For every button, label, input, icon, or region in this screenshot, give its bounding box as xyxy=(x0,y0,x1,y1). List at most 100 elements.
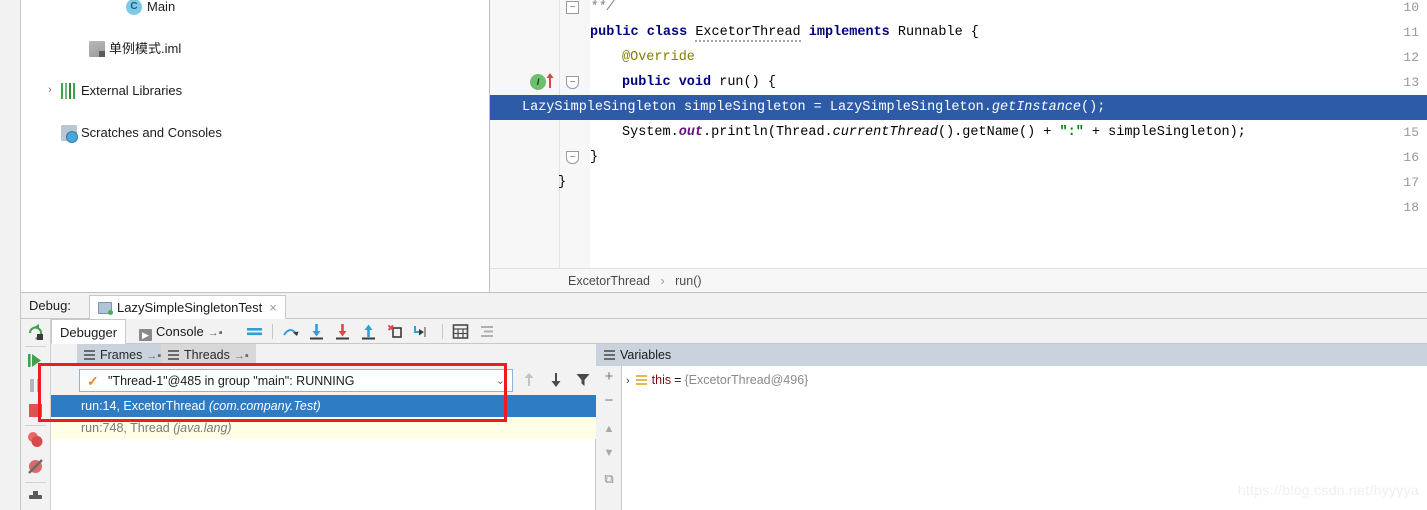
chevron-right-icon[interactable]: › xyxy=(43,80,57,101)
favorites-tool-strip[interactable]: Favorites xyxy=(0,0,21,510)
toolbar-divider xyxy=(25,482,46,483)
add-watch-icon[interactable]: + xyxy=(600,368,618,386)
move-up-icon[interactable]: ▲ xyxy=(600,420,618,438)
pin-icon[interactable]: →▪ xyxy=(234,350,249,362)
project-tree-panel[interactable]: C Main 单例模式.iml › External Libraries Scr… xyxy=(21,0,490,293)
view-breakpoints-icon[interactable] xyxy=(26,430,45,449)
breadcrumb[interactable]: ExcetorThread › run() xyxy=(490,268,1427,293)
trace-icon[interactable] xyxy=(478,323,495,340)
rerun-icon[interactable] xyxy=(26,323,45,342)
chevron-down-icon[interactable]: ⌄ xyxy=(496,370,505,392)
stack-frame-row[interactable]: run:748, Thread (java.lang) xyxy=(51,417,596,439)
pause-program-icon[interactable] xyxy=(26,376,45,395)
breadcrumb-class[interactable]: ExcetorThread xyxy=(568,274,650,288)
fold-collapse-icon[interactable]: − xyxy=(566,76,579,89)
frames-panel[interactable]: ✓ "Thread-1"@485 in group "main": RUNNIN… xyxy=(51,366,596,510)
show-execution-point-icon[interactable] xyxy=(246,323,263,340)
editor-line: 10 − **/ xyxy=(490,0,1427,20)
fold-collapse-icon[interactable]: − xyxy=(566,151,579,164)
run-to-cursor-icon[interactable] xyxy=(412,323,429,340)
stop-icon[interactable] xyxy=(26,401,45,420)
code-text: **/ xyxy=(590,0,615,15)
settings-icon[interactable] xyxy=(26,487,45,506)
copy-icon[interactable]: ⧉ xyxy=(600,470,618,488)
svg-text:✖: ✖ xyxy=(387,323,395,333)
run-config-label: LazySimpleSingletonTest xyxy=(117,300,263,315)
force-step-into-icon[interactable] xyxy=(334,323,351,340)
code-editor[interactable]: 10 − **/ 11 public class ExcetorThread i… xyxy=(490,0,1427,268)
evaluate-expression-icon[interactable] xyxy=(452,323,469,340)
thread-selector-row: ✓ "Thread-1"@485 in group "main": RUNNIN… xyxy=(51,366,596,395)
stack-frame-package: (com.company.Test) xyxy=(208,399,321,413)
variable-value: {ExcetorThread@496} xyxy=(684,373,809,387)
variable-row[interactable]: › this = {ExcetorThread@496} xyxy=(622,370,808,390)
variables-icon xyxy=(604,350,615,360)
code-text: public class ExcetorThread implements Ru… xyxy=(590,25,979,42)
filter-icon[interactable] xyxy=(575,372,591,388)
thread-selector-dropdown[interactable]: ✓ "Thread-1"@485 in group "main": RUNNIN… xyxy=(79,369,513,392)
editor-line-current: 14 ✓ LazySimpleSingleton simpleSingleton… xyxy=(490,95,1427,120)
editor-line: 13 I − public void run() { xyxy=(490,70,1427,95)
pin-icon[interactable]: →▪ xyxy=(146,350,161,362)
drop-frame-icon[interactable]: ✖ xyxy=(386,323,403,340)
step-over-icon[interactable] xyxy=(282,323,299,340)
breadcrumb-method[interactable]: run() xyxy=(675,274,701,288)
resume-program-icon[interactable] xyxy=(26,351,45,370)
down-arrow-icon[interactable] xyxy=(548,372,564,388)
override-marker-icon[interactable]: I xyxy=(530,74,546,90)
tree-item-main[interactable]: C Main xyxy=(21,0,489,17)
remove-watch-icon[interactable]: − xyxy=(600,392,618,410)
fold-minus-icon[interactable]: − xyxy=(566,1,579,14)
debug-title-bar: Debug: LazySimpleSingletonTest × xyxy=(21,293,1427,319)
editor-line: 12 @Override xyxy=(490,45,1427,70)
tree-item-label: External Libraries xyxy=(81,83,183,98)
mute-breakpoints-icon[interactable] xyxy=(26,457,45,476)
tree-item-external-libraries[interactable]: › External Libraries xyxy=(21,80,489,101)
intellij-idea-window: Favorites C Main 单例模式.iml › External Lib… xyxy=(0,0,1427,510)
stack-frame-row[interactable]: run:14, ExcetorThread (com.company.Test) xyxy=(51,395,596,417)
code-text: System.out.println(Thread.currentThread(… xyxy=(622,125,1246,140)
up-arrow-icon[interactable] xyxy=(521,372,537,388)
tab-debugger[interactable]: Debugger xyxy=(51,319,127,344)
tree-item-scratches-and-consoles[interactable]: Scratches and Consoles xyxy=(21,122,489,143)
tab-console-label: Console xyxy=(156,324,204,339)
chevron-right-icon[interactable]: › xyxy=(626,375,630,387)
stack-frame-package: (java.lang) xyxy=(173,421,232,435)
frames-threads-tabs[interactable]: Frames →▪ Threads →▪ xyxy=(51,344,596,366)
tab-frames[interactable]: Frames →▪ xyxy=(77,344,169,366)
editor-line: 17 } xyxy=(490,170,1427,195)
tab-threads[interactable]: Threads →▪ xyxy=(161,344,256,366)
override-arrow-icon xyxy=(546,73,554,88)
watermark: https://blog.csdn.net/hyyyya xyxy=(1237,482,1419,498)
thread-running-check-icon: ✓ xyxy=(87,373,99,389)
breadcrumb-separator-icon: › xyxy=(660,274,665,288)
variables-side-toolbar[interactable]: + − ▲ ▼ ⧉ xyxy=(596,366,622,510)
stack-frame-method: run:14, ExcetorThread xyxy=(81,399,206,413)
run-config-icon xyxy=(98,302,113,315)
tab-console[interactable]: ▶ Console →▪ xyxy=(131,319,231,344)
scratches-icon xyxy=(61,125,78,143)
step-into-icon[interactable] xyxy=(308,323,325,340)
code-text: } xyxy=(558,175,567,190)
editor-line: 15 System.out.println(Thread.currentThre… xyxy=(490,120,1427,145)
editor-line: 11 public class ExcetorThread implements… xyxy=(490,20,1427,45)
debug-label: Debug: xyxy=(29,298,71,313)
close-icon[interactable]: × xyxy=(269,300,277,315)
variable-name: this xyxy=(651,373,672,387)
threads-icon xyxy=(168,350,179,360)
pin-icon[interactable]: →▪ xyxy=(208,327,223,339)
tab-threads-label: Threads xyxy=(184,348,230,362)
code-text: @Override xyxy=(622,50,695,65)
run-configuration-tab[interactable]: LazySimpleSingletonTest × xyxy=(89,295,286,319)
thread-selector-value: "Thread-1"@485 in group "main": RUNNING xyxy=(108,374,355,388)
debug-tabs-bar[interactable]: Debugger ▶ Console →▪ ✖ xyxy=(51,319,1427,344)
debug-left-toolbar[interactable] xyxy=(21,319,51,510)
variables-header: Variables xyxy=(596,344,1427,366)
step-out-icon[interactable] xyxy=(360,323,377,340)
tree-item-label: 单例模式.iml xyxy=(109,41,182,56)
code-text: public void run() { xyxy=(622,75,776,90)
tree-item-iml[interactable]: 单例模式.iml xyxy=(21,38,489,59)
move-down-icon[interactable]: ▼ xyxy=(600,444,618,462)
toolbar-divider xyxy=(442,324,443,339)
toolbar-divider xyxy=(25,425,46,426)
